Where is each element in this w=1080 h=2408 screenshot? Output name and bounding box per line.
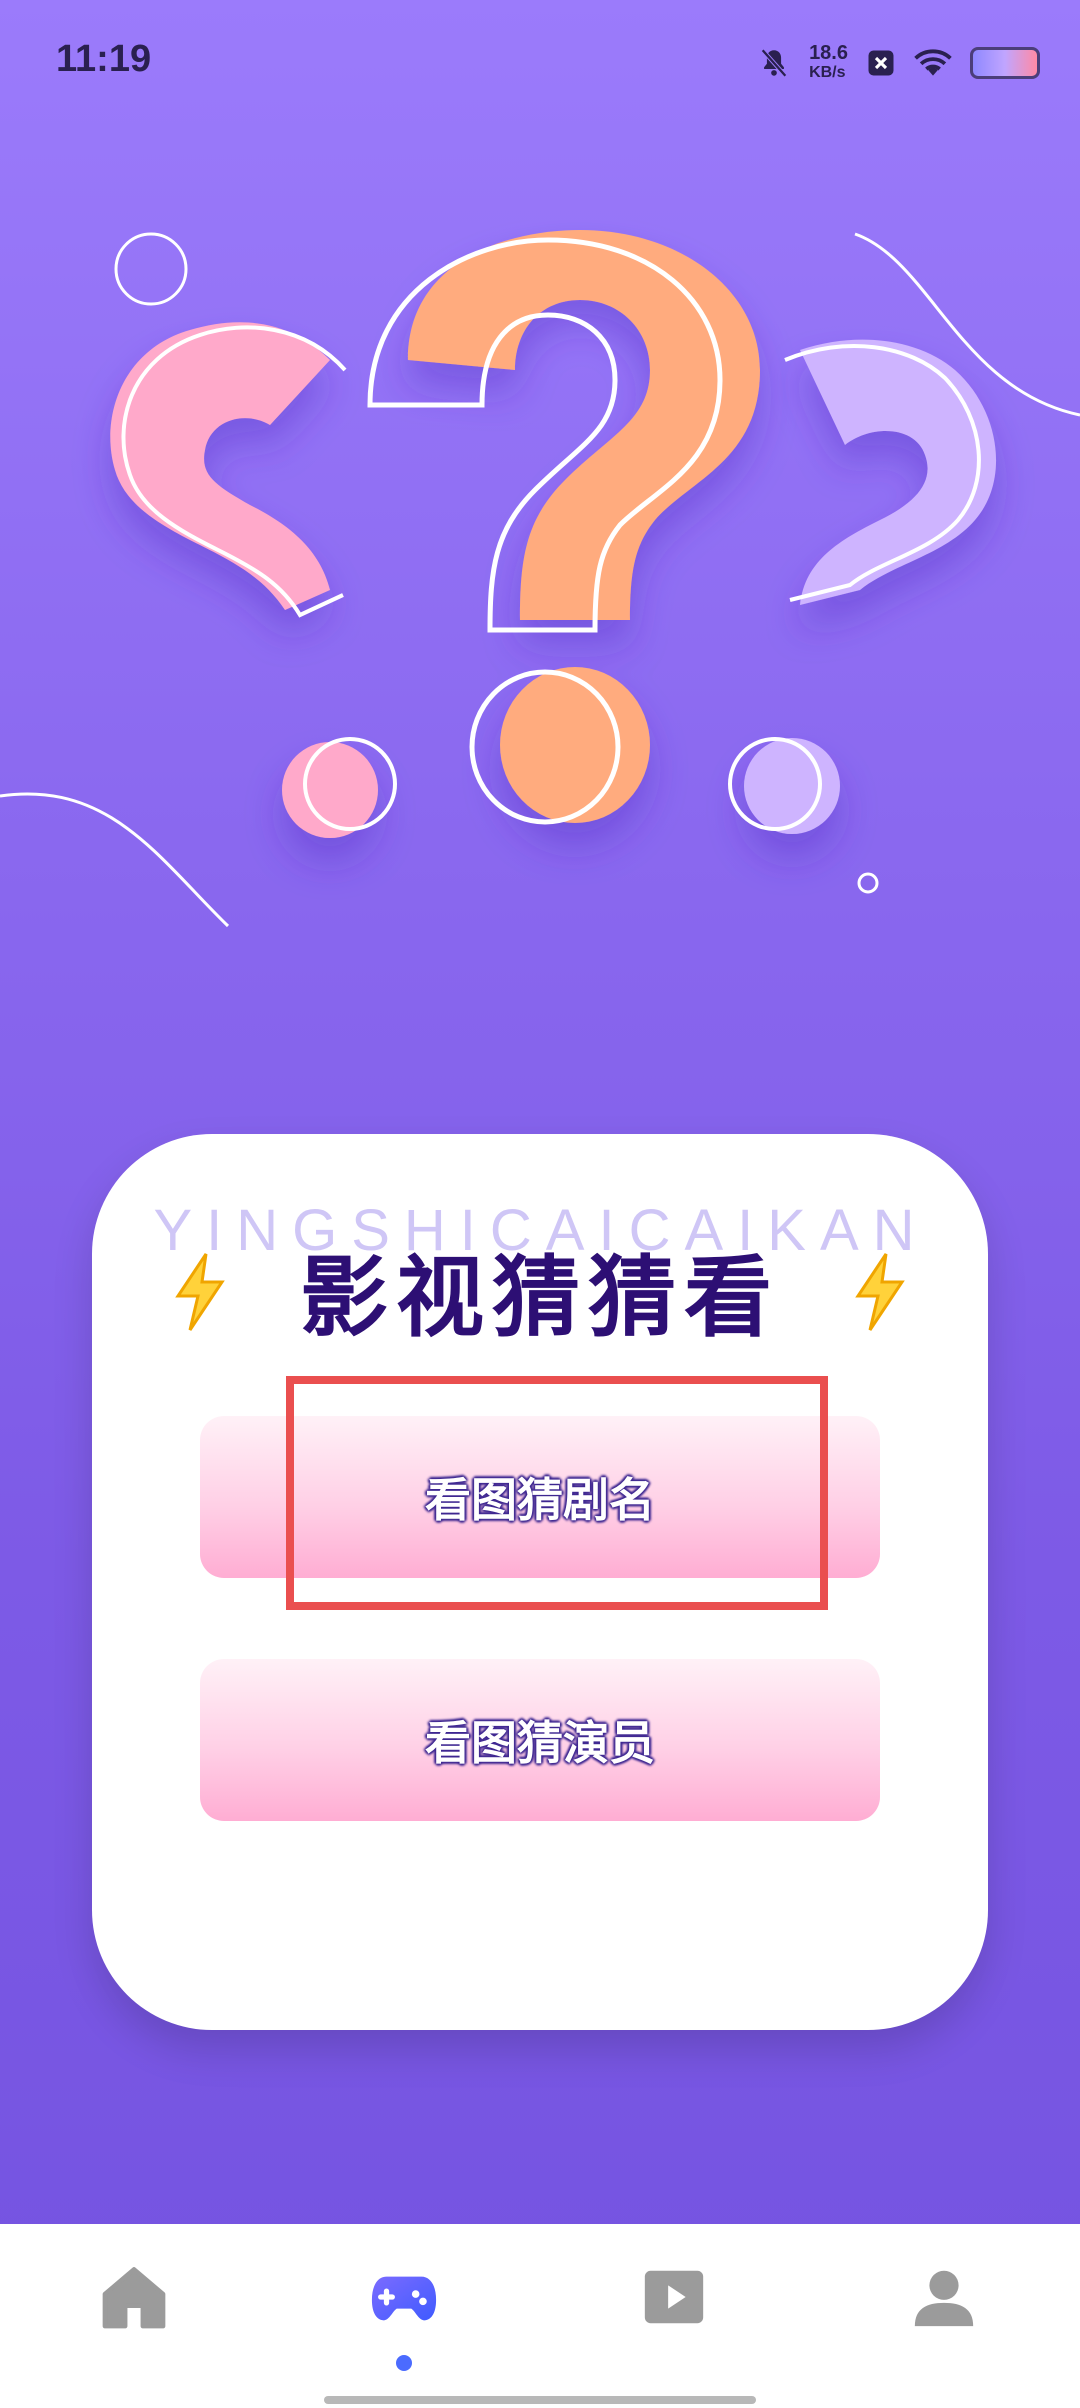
status-time: 11:19 [56, 38, 152, 80]
bottom-navigation [0, 2224, 1080, 2408]
guess-actor-button[interactable]: 看图猜演员 [200, 1659, 880, 1821]
nav-video[interactable] [614, 2262, 734, 2382]
close-app-icon [868, 50, 894, 76]
nav-home[interactable] [74, 2262, 194, 2382]
network-speed-value: 18.6 [809, 42, 848, 64]
status-icons: 18.6 KB/s [757, 34, 1040, 92]
network-speed-unit: KB/s [809, 64, 846, 81]
guess-drama-title-label: 看图猜剧名 [425, 1473, 655, 1527]
profile-icon [914, 2270, 974, 2327]
status-bar: 11:19 18.6 KB/s [0, 0, 1080, 120]
mute-bell-icon [761, 48, 787, 78]
wifi-icon [914, 49, 952, 76]
home-icon [102, 2267, 166, 2329]
guess-drama-title-button[interactable]: 看图猜剧名 [200, 1416, 880, 1578]
nav-profile[interactable] [884, 2262, 1004, 2382]
video-play-icon [644, 2270, 704, 2324]
game-controller-icon [371, 2276, 437, 2321]
network-speed: 18.6 KB/s [809, 43, 848, 83]
game-mode-card: YINGSHICAICAIKAN 影视猜猜看 看图猜剧名 看图猜演员 [92, 1134, 988, 2030]
question-marks-illustration [0, 230, 1080, 928]
battery-icon [970, 47, 1040, 79]
active-tab-indicator [396, 2355, 412, 2371]
home-indicator-bar[interactable] [324, 2396, 756, 2404]
guess-actor-label: 看图猜演员 [425, 1716, 655, 1770]
card-title-area: YINGSHICAICAIKAN 影视猜猜看 [92, 1192, 988, 1352]
lightning-icon [855, 1253, 905, 1331]
